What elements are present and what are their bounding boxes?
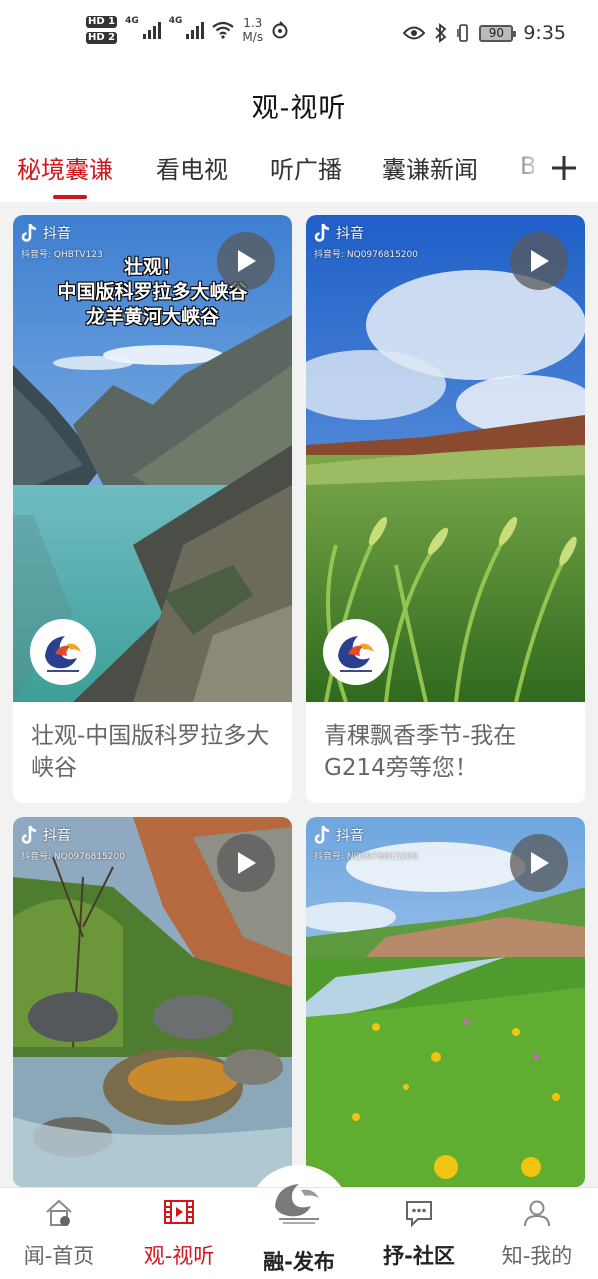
chat-icon <box>406 1201 432 1228</box>
active-tab-indicator <box>53 195 87 199</box>
tab-fade <box>500 140 546 200</box>
video-thumbnail[interactable]: 抖音 抖音号: NQ0976815200 <box>306 215 585 702</box>
douyin-icon <box>314 825 330 844</box>
play-icon <box>238 250 256 272</box>
video-thumbnail[interactable]: 抖音 抖音号: QHBTV123 壮观！ 中国版科罗拉多大峡谷 龙羊黄河大峡谷 <box>13 215 292 702</box>
video-title[interactable]: 青稞飘香季节-我在G214旁等您！ <box>324 720 571 784</box>
video-card[interactable]: 抖音 抖音号: NQ0976815200 <box>306 817 585 1187</box>
network-type-2: 4G <box>168 16 183 26</box>
douyin-badge: 抖音 <box>21 223 71 243</box>
brand-logo-icon <box>275 1184 319 1224</box>
wifi-icon <box>212 21 235 39</box>
hd-indicator: HD 1 HD 2 <box>86 16 118 44</box>
video-title[interactable]: 壮观-中国版科罗拉多大峡谷 <box>31 720 278 784</box>
play-button[interactable] <box>510 232 568 290</box>
signal-icon-2 <box>186 21 205 39</box>
clock: 9:35 <box>523 22 566 44</box>
vibrate-icon <box>457 24 469 42</box>
network-type-1: 4G <box>125 16 139 26</box>
video-thumbnail[interactable]: 抖音 抖音号: NQ0976815200 <box>13 817 292 1187</box>
douyin-badge: 抖音 <box>21 825 71 845</box>
douyin-icon <box>314 223 330 242</box>
station-logo-icon <box>338 636 374 672</box>
tab-mijing-nangqian[interactable]: 秘境囊谦 <box>17 150 113 185</box>
add-tab-button[interactable] <box>546 148 582 188</box>
battery-indicator: 90 <box>479 24 517 42</box>
play-button[interactable] <box>217 232 275 290</box>
station-logo <box>323 619 389 685</box>
sync-icon <box>272 21 288 39</box>
douyin-icon <box>21 825 37 844</box>
nav-item-media[interactable]: 观-视听 <box>120 1188 238 1279</box>
tab-tv[interactable]: 看电视 <box>156 150 228 185</box>
tab-news[interactable]: 囊谦新闻 <box>382 150 478 185</box>
header: 观-视听 <box>0 70 598 140</box>
nav-item-community[interactable]: 抒-社区 <box>360 1188 478 1279</box>
douyin-account: 抖音号: NQ0976815200 <box>314 852 418 862</box>
douyin-account: 抖音号: NQ0976815200 <box>314 250 418 260</box>
bottom-nav: 闻-首页 观-视听 融-发布 抒-社区 知-我的 <box>0 1184 598 1279</box>
play-icon <box>238 852 256 874</box>
play-icon <box>531 852 549 874</box>
play-icon <box>531 250 549 272</box>
bluetooth-icon <box>435 23 447 43</box>
douyin-account: 抖音号: NQ0976815200 <box>21 852 125 862</box>
network-speed: 1.3 M/s <box>242 16 264 44</box>
eye-icon <box>403 26 426 40</box>
status-bar: HD 1 HD 2 4G 4G 1.3 M/s 90 9:35 <box>0 0 598 70</box>
hd1-label: HD 1 <box>86 16 118 28</box>
nav-item-profile[interactable]: 知-我的 <box>478 1188 596 1279</box>
station-logo <box>30 619 96 685</box>
plus-icon <box>552 156 576 180</box>
hd2-label: HD 2 <box>86 32 118 44</box>
signal-icon <box>142 21 161 39</box>
tab-radio[interactable]: 听广播 <box>270 150 342 185</box>
person-icon <box>524 1200 550 1227</box>
video-card[interactable]: 抖音 抖音号: QHBTV123 壮观！ 中国版科罗拉多大峡谷 龙羊黄河大峡谷 … <box>13 215 292 803</box>
douyin-badge: 抖音 <box>314 223 364 243</box>
play-button[interactable] <box>510 834 568 892</box>
douyin-icon <box>21 223 37 242</box>
home-icon <box>46 1199 72 1226</box>
video-card[interactable]: 抖音 抖音号: NQ0976815200 <box>13 817 292 1187</box>
douyin-badge: 抖音 <box>314 825 364 845</box>
nav-item-publish[interactable]: 融-发布 <box>240 1184 358 1279</box>
page-title: 观-视听 <box>251 92 347 124</box>
film-icon <box>164 1200 194 1224</box>
play-button[interactable] <box>217 834 275 892</box>
video-card[interactable]: 抖音 抖音号: NQ0976815200 青稞飘香季节-我在G214旁等您！ <box>306 215 585 803</box>
nav-item-home[interactable]: 闻-首页 <box>0 1188 118 1279</box>
station-logo-icon <box>45 636 81 672</box>
video-thumbnail[interactable]: 抖音 抖音号: NQ0976815200 <box>306 817 585 1187</box>
